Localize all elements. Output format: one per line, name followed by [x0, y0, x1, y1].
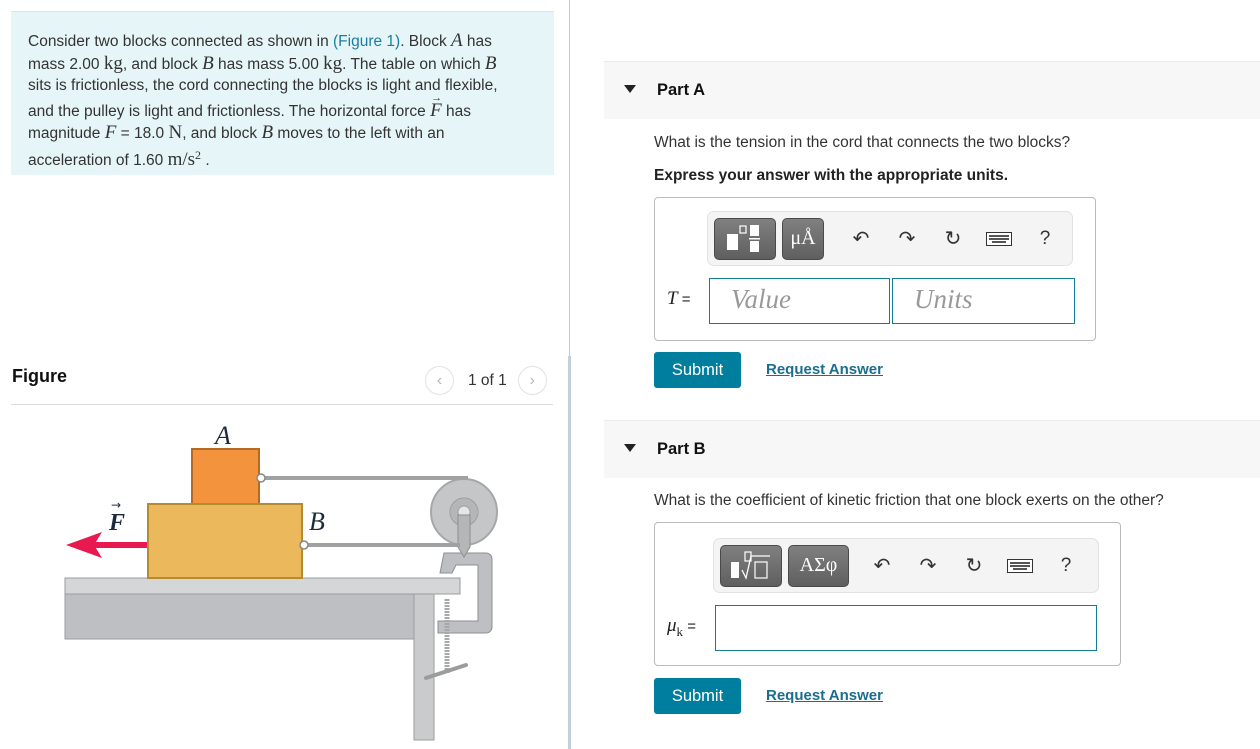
radical-template-icon[interactable] — [720, 544, 782, 587]
reset-icon[interactable]: ↻ — [951, 553, 997, 578]
figure-pager: ‹ 1 of 1 › — [425, 366, 547, 395]
part-b-submit-button[interactable]: Submit — [654, 678, 741, 714]
mu-k-label: μk = — [667, 615, 696, 639]
units-input[interactable]: Units — [892, 278, 1075, 324]
tension-label: T = — [667, 288, 691, 309]
chevron-right-icon[interactable]: › — [517, 366, 547, 395]
redo-icon[interactable]: ↷ — [884, 226, 930, 251]
part-b-request-answer-link[interactable]: Request Answer — [766, 687, 883, 704]
part-a-toolbar: μÅ ↶ ↷ ↻ ? — [707, 211, 1073, 266]
part-a-instruction: Express your answer with the appropriate… — [654, 167, 1009, 184]
undo-icon[interactable]: ↶ — [859, 553, 905, 578]
caret-down-icon — [624, 85, 636, 93]
chevron-left-icon[interactable]: ‹ — [425, 366, 454, 395]
figure-link[interactable]: (Figure 1) — [333, 33, 400, 50]
figure-title: Figure — [12, 366, 68, 386]
part-b-title: Part B — [657, 440, 706, 458]
help-icon[interactable]: ? — [1043, 555, 1089, 577]
reset-icon[interactable]: ↻ — [930, 226, 976, 251]
part-a-submit-button[interactable]: Submit — [654, 352, 741, 388]
label-b: B — [309, 507, 325, 536]
templates-icon[interactable] — [714, 217, 776, 260]
blocks-pulley-figure: A B F → — [64, 421, 498, 741]
left-panel: Consider two blocks connected as shown i… — [0, 0, 570, 749]
part-a-header[interactable]: Part A — [604, 61, 1260, 119]
problem-statement: Consider two blocks connected as shown i… — [11, 11, 554, 175]
table-top — [64, 577, 461, 595]
part-b-toolbar: ΑΣφ ↶ ↷ ↻ ? — [713, 538, 1099, 593]
label-a: A — [213, 421, 231, 450]
pager-text: 1 of 1 — [468, 371, 507, 389]
label-f: F — [108, 510, 125, 536]
part-a-question: What is the tension in the cord that con… — [654, 134, 1071, 151]
caret-down-icon — [624, 444, 636, 452]
table-apron — [64, 593, 416, 640]
block-a — [191, 448, 260, 505]
help-icon[interactable]: ? — [1022, 228, 1068, 250]
table-leg — [413, 593, 435, 741]
panel-divider — [569, 0, 570, 356]
keyboard-icon[interactable] — [976, 231, 1022, 246]
units-button[interactable]: μÅ — [782, 217, 824, 260]
greek-letters-button[interactable]: ΑΣφ — [788, 544, 849, 587]
block-b — [147, 503, 303, 579]
part-a-request-answer-link[interactable]: Request Answer — [766, 361, 883, 378]
part-a-title: Part A — [657, 81, 705, 99]
part-b-answer-box: ΑΣφ ↶ ↷ ↻ ? μk = — [654, 522, 1121, 666]
part-b-question: What is the coefficient of kinetic frict… — [654, 492, 1164, 509]
pulley-bracket — [457, 514, 471, 558]
redo-icon[interactable]: ↷ — [905, 553, 951, 578]
mu-k-input[interactable] — [715, 605, 1097, 651]
keyboard-icon[interactable] — [997, 558, 1043, 573]
value-input[interactable]: Value — [709, 278, 890, 324]
undo-icon[interactable]: ↶ — [838, 226, 884, 251]
right-panel: Part A What is the tension in the cord t… — [571, 0, 1260, 749]
part-b-header[interactable]: Part B — [604, 420, 1260, 478]
figure-divider — [11, 404, 553, 405]
part-a-answer-box: μÅ ↶ ↷ ↻ ? T = Value Units — [654, 197, 1096, 341]
label-f-arrow: → — [111, 498, 121, 512]
